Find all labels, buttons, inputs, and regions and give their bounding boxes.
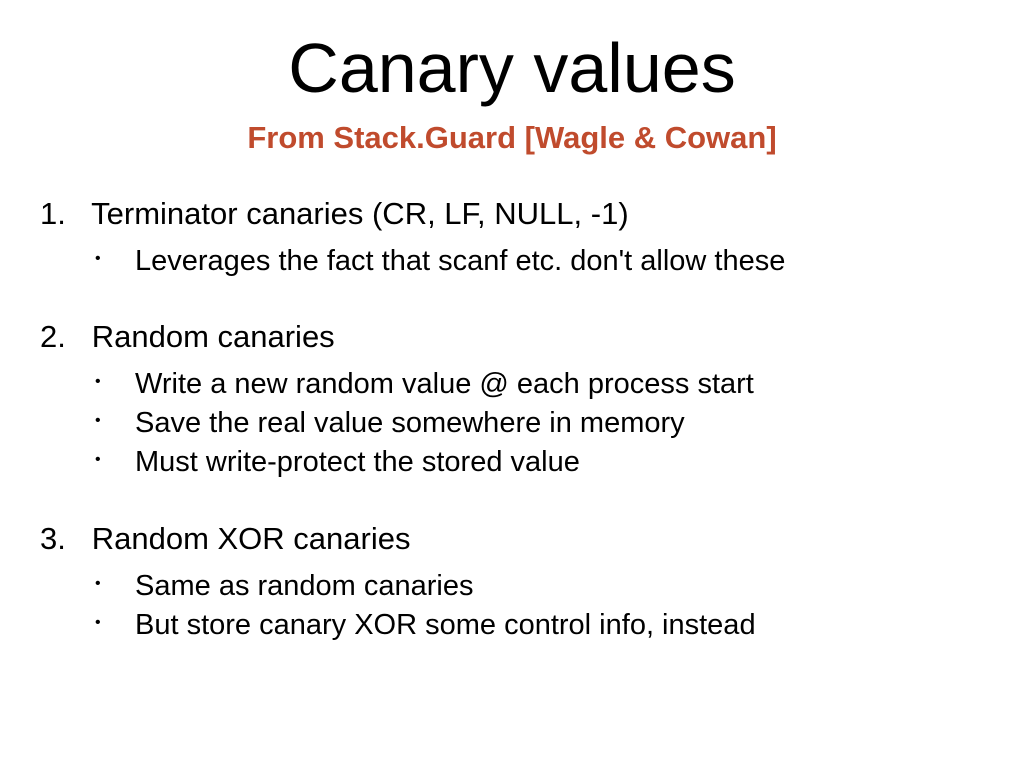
list-item: Random XOR canaries Same as random canar… (40, 521, 1004, 645)
bullet-item: Save the real value somewhere in memory (95, 404, 1004, 443)
sub-list: Same as random canaries But store canary… (40, 567, 1004, 645)
item-heading: Random canaries (92, 319, 335, 354)
item-heading: Terminator canaries (CR, LF, NULL, -1) (91, 196, 629, 231)
bullet-item: Leverages the fact that scanf etc. don't… (95, 242, 1004, 281)
slide-subtitle: From Stack.Guard [Wagle & Cowan] (0, 120, 1024, 156)
numbered-list: Terminator canaries (CR, LF, NULL, -1) L… (40, 196, 1004, 645)
slide: Canary values From Stack.Guard [Wagle & … (0, 0, 1024, 768)
sub-list: Write a new random value @ each process … (40, 365, 1004, 482)
bullet-item: Must write-protect the stored value (95, 443, 1004, 482)
item-heading: Random XOR canaries (92, 521, 411, 556)
bullet-item: But store canary XOR some control info, … (95, 606, 1004, 645)
bullet-item: Write a new random value @ each process … (95, 365, 1004, 404)
slide-title: Canary values (0, 0, 1024, 108)
list-item: Random canaries Write a new random value… (40, 319, 1004, 482)
sub-list: Leverages the fact that scanf etc. don't… (40, 242, 1004, 281)
list-item: Terminator canaries (CR, LF, NULL, -1) L… (40, 196, 1004, 281)
slide-content: Terminator canaries (CR, LF, NULL, -1) L… (40, 196, 1004, 645)
bullet-item: Same as random canaries (95, 567, 1004, 606)
